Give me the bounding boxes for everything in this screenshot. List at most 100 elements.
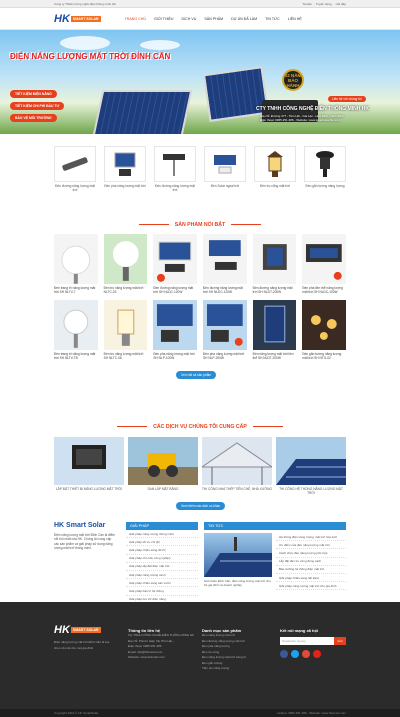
- news-item[interactable]: Hệ thống điện năng lượng mặt trời hòa lư…: [276, 533, 346, 542]
- category-item[interactable]: Đèn Solar ngoài trời: [204, 146, 246, 192]
- product-card[interactable]: Đèn pha năng lượng mặt trời SH NLP-200W: [203, 300, 247, 360]
- nav-home[interactable]: TRANG CHỦ: [121, 15, 150, 23]
- service-name: SAN LẤP MẶT BẰNG: [147, 487, 179, 491]
- category-image: [304, 146, 346, 182]
- service-image: [276, 437, 346, 485]
- footer-copyright: Copyright 2019 © HK SmartSolar: [54, 711, 99, 715]
- footer-logo[interactable]: HK SMART SOLAR: [54, 624, 116, 636]
- category-item[interactable]: Đèn trụ cổng mặt trời: [254, 146, 296, 192]
- product-card[interactable]: Đèn đường năng lượng mặt trời SH NLDC-12…: [203, 234, 247, 294]
- about-section: HK Smart Solar Điện năng lượng mặt trời …: [0, 522, 400, 612]
- nav-contact[interactable]: LIÊN HỆ: [284, 15, 306, 23]
- service-card[interactable]: THI CÔNG NHÀ THÉP TIỀN CHẾ, NHÀ XƯỞNG: [202, 437, 272, 495]
- service-card[interactable]: LẮP ĐẶT THIẾT BỊ NĂNG LƯỢNG MẶT TRỜI: [54, 437, 124, 495]
- service-card[interactable]: THI CÔNG HỆ THỐNG NĂNG LƯỢNG MẶT TRỜI: [276, 437, 346, 495]
- top-link-faq[interactable]: Hỏi đáp: [336, 2, 346, 6]
- product-card[interactable]: Đèn trụ năng lượng mặt trời NLTC-03: [103, 234, 148, 294]
- product-card[interactable]: Đèn trang trí năng lượng mặt trời SH NLT…: [54, 234, 98, 294]
- banner-pill-1: TIẾT KIỆM ĐIỆN NĂNG: [10, 90, 57, 98]
- footer-contact-company: Cty TNHH CÔNG NGHỆ ĐIỆN THÔNG MINH HK: [128, 633, 195, 637]
- news-item[interactable]: Cách chọn đèn năng lượng phù hợp: [276, 549, 346, 558]
- service-image: [128, 437, 198, 485]
- product-name: Đèn pha năng lượng mặt trời SH NLP-100W: [153, 352, 195, 360]
- footer-col-social: Kết nối mạng xã hội Newsletter signup Gử…: [280, 628, 346, 658]
- solution-item[interactable]: Giải pháp bảo trì hệ thống: [126, 587, 198, 596]
- cloud-shape: [140, 40, 180, 50]
- product-image: [203, 234, 247, 284]
- solution-item[interactable]: Giải pháp năng lượng thông minh: [126, 530, 198, 539]
- solution-item[interactable]: Giải pháp lắp đặt điện mặt trời: [126, 563, 198, 571]
- product-name: Đèn gắn tường năng lượng mặt trời SH NTG…: [302, 352, 342, 360]
- news-item[interactable]: Bảo dưỡng hệ thống điện mặt trời: [276, 566, 346, 574]
- category-image: [54, 146, 96, 182]
- service-card[interactable]: SAN LẤP MẶT BẰNG: [128, 437, 198, 495]
- view-all-products-button[interactable]: Xem tất cả sản phẩm: [176, 371, 217, 379]
- news-item[interactable]: Lắp đặt đèn trụ cổng đúng cách: [276, 558, 346, 566]
- product-card[interactable]: Đèn đường năng lượng mặt trời SH NLDC-12…: [153, 234, 197, 294]
- news-item[interactable]: Giải pháp chiếu sáng tiết kiệm: [276, 574, 346, 583]
- product-name: Đèn năng lượng mặt trời liền thể SH NLDT…: [252, 352, 294, 360]
- newsletter-send-button[interactable]: Gửi: [334, 637, 346, 645]
- facebook-icon[interactable]: [280, 650, 288, 658]
- product-card[interactable]: Đèn pha liền thể năng lượng mặt trời SH …: [302, 234, 346, 294]
- solution-item[interactable]: Giải pháp chiếu sáng sân vườn: [126, 579, 198, 588]
- top-link-jobs[interactable]: Tuyển dụng: [316, 2, 332, 6]
- solution-item[interactable]: Giải pháp cho khu công nghiệp: [126, 555, 198, 563]
- main-nav: TRANG CHỦ GIỚI THIỆU DỊCH VỤ SẢN PHẨM DỰ…: [121, 15, 306, 23]
- view-more-services-button[interactable]: Xem thêm các dịch vụ khác: [176, 502, 225, 510]
- newsletter-input[interactable]: Newsletter signup: [280, 637, 334, 645]
- product-image: [103, 300, 148, 350]
- category-item[interactable]: Đèn pha năng lượng mặt trời: [104, 146, 146, 192]
- nav-products[interactable]: SẢN PHẨM: [200, 15, 227, 23]
- product-card[interactable]: Đèn trụ năng lượng mặt trời SH NLTC-06: [103, 300, 148, 360]
- site-logo[interactable]: HK SMART SOLAR: [54, 13, 101, 25]
- news-column: TIN TỨC Giới thiệu Đỉnh Cần, điện năng l…: [204, 522, 346, 591]
- footer-col-contact: Thông tin liên hệ Cty TNHH CÔNG NGHỆ ĐIỆ…: [128, 628, 196, 661]
- solutions-list: Giải pháp năng lượng thông minh Giải phá…: [126, 530, 198, 612]
- site-footer: HK SMART SOLAR Điện năng lượng mặt trời …: [0, 602, 400, 717]
- product-card[interactable]: Đèn năng lượng mặt trời liền thể SH NLDT…: [252, 300, 297, 360]
- hero-banner[interactable]: ĐIỆN NĂNG LƯỢNG MẶT TRỜI ĐỈNH CẦN TIẾT K…: [0, 30, 400, 134]
- product-image: [302, 234, 346, 284]
- footer-category-link[interactable]: Tấm pin năng lượng: [202, 666, 272, 672]
- news-featured[interactable]: Giới thiệu Đỉnh Cần, điện năng lượng mặt…: [204, 533, 272, 590]
- nav-services[interactable]: DỊCH VỤ: [178, 15, 201, 23]
- footer-contact-website: Website: www.hksmart.com: [128, 655, 165, 659]
- solution-item[interactable]: Giải pháp tối ưu chi phí: [126, 538, 198, 547]
- product-image: [203, 300, 247, 350]
- category-label: Đèn trụ cổng mặt trời: [259, 184, 291, 188]
- category-image: [204, 146, 246, 182]
- category-item[interactable]: Đèn gắn tường năng lượng: [304, 146, 346, 192]
- footer-col-brand: HK SMART SOLAR Điện năng lượng mặt trời …: [54, 624, 116, 651]
- product-card[interactable]: Đèn đường năng lượng mặt trời SH NLDT-20…: [252, 234, 297, 294]
- nav-projects[interactable]: DỰ ÁN ĐÃ LÀM: [227, 15, 261, 23]
- social-icons: [280, 650, 346, 658]
- product-card[interactable]: Đèn trang trí năng lượng mặt trời SH NLT…: [54, 300, 98, 360]
- category-item[interactable]: Đèn đường năng lượng mặt trời: [54, 146, 96, 192]
- top-link-docs[interactable]: Tài liệu: [302, 2, 312, 6]
- category-item[interactable]: Đèn đường năng lượng mặt trời: [154, 146, 196, 192]
- solution-item[interactable]: Giải pháp năng lượng xanh: [126, 571, 198, 580]
- news-item[interactable]: Ưu điểm của đèn năng lượng mặt trời: [276, 541, 346, 550]
- product-name: Đèn trụ năng lượng mặt trời NLTC-03: [103, 286, 144, 294]
- category-image: [254, 146, 296, 182]
- nav-about[interactable]: GIỚI THIỆU: [150, 15, 178, 23]
- news-item[interactable]: Giải pháp năng lượng mặt trời cho gia đì…: [276, 582, 346, 591]
- banner-title: ĐIỆN NĂNG LƯỢNG MẶT TRỜI ĐỈNH CẦN: [10, 52, 171, 61]
- youtube-icon[interactable]: [313, 650, 321, 658]
- product-name: Đèn pha năng lượng mặt trời SH NLP-200W: [203, 352, 245, 360]
- solution-item[interactable]: Giải pháp chiếu sáng đô thị: [126, 546, 198, 555]
- twitter-icon[interactable]: [291, 650, 299, 658]
- banner-pill-2: TIẾT KIỆM CHI PHÍ ĐẦU TƯ: [10, 102, 65, 110]
- product-card[interactable]: Đèn pha năng lượng mặt trời SH NLP-100W: [153, 300, 197, 360]
- banner-company: CTY TNHH CÔNG NGHỆ ĐIỆN THÔNG MINH HK: [256, 106, 369, 112]
- footer-social-heading: Kết nối mạng xã hội: [280, 628, 319, 633]
- product-card[interactable]: Đèn gắn tường năng lượng mặt trời SH NTG…: [302, 300, 346, 360]
- google-plus-icon[interactable]: [302, 650, 310, 658]
- product-image: [54, 300, 98, 350]
- product-image: [153, 300, 197, 350]
- banner-contact-button[interactable]: Liên hệ với chúng tôi: [328, 96, 366, 102]
- services-grid: LẮP ĐẶT THIẾT BỊ NĂNG LƯỢNG MẶT TRỜI SAN…: [54, 437, 346, 495]
- nav-news[interactable]: TIN TỨC: [261, 15, 284, 23]
- about-heading: HK Smart Solar: [54, 522, 106, 529]
